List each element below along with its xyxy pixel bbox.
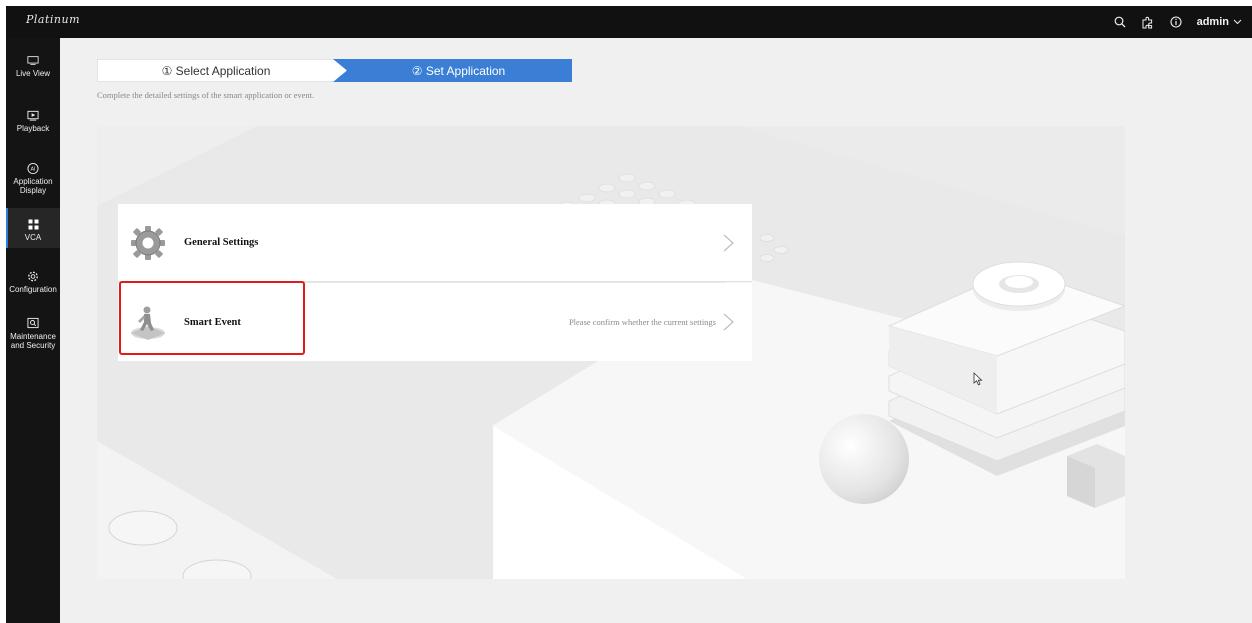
chevron-right-icon bbox=[722, 234, 736, 252]
sidebar: Live View Playback AI Application Displa… bbox=[6, 38, 60, 623]
sidebar-item-configuration[interactable]: Configuration bbox=[6, 270, 60, 294]
top-bar: Platinum admin bbox=[6, 6, 1252, 38]
top-actions: admin bbox=[1113, 6, 1242, 38]
svg-text:AI: AI bbox=[31, 166, 36, 172]
chevron-down-icon bbox=[1233, 16, 1242, 28]
sidebar-item-label: Configuration bbox=[9, 285, 57, 294]
general-settings-label: General Settings bbox=[184, 237, 259, 248]
user-name: admin bbox=[1196, 16, 1229, 28]
sidebar-item-maintenance[interactable]: Maintenance and Security bbox=[6, 317, 60, 350]
app-screen: Platinum admin Live View Playback AI App… bbox=[6, 6, 1252, 623]
step-progress: ① Select Application ② Set Application bbox=[97, 59, 572, 82]
smart-event-item[interactable]: Smart Event Please confirm whether the c… bbox=[118, 283, 752, 361]
play-icon bbox=[27, 109, 39, 121]
sidebar-item-application-display[interactable]: AI Application Display bbox=[6, 162, 60, 195]
sidebar-item-label: Application Display bbox=[13, 177, 53, 195]
smart-event-label: Smart Event bbox=[184, 316, 241, 328]
user-menu[interactable]: admin bbox=[1197, 16, 1242, 28]
search-icon[interactable] bbox=[1113, 15, 1127, 29]
smart-event-note: Please confirm whether the current setti… bbox=[568, 317, 716, 327]
gear-icon bbox=[128, 223, 168, 263]
sidebar-item-vca[interactable]: VCA bbox=[6, 208, 60, 248]
sidebar-item-label: VCA bbox=[24, 233, 42, 242]
sidebar-item-label: Playback bbox=[16, 124, 50, 133]
grid-icon bbox=[27, 218, 39, 230]
sidebar-item-playback[interactable]: Playback bbox=[6, 109, 60, 133]
step-hint: Complete the detailed settings of the sm… bbox=[97, 90, 315, 100]
mouse-cursor-icon bbox=[973, 372, 983, 391]
person-icon bbox=[128, 302, 168, 342]
sidebar-item-label: Live View bbox=[15, 69, 51, 78]
shield-icon bbox=[27, 317, 39, 329]
info-icon[interactable] bbox=[1169, 15, 1183, 29]
chevron-right-icon bbox=[722, 313, 736, 331]
gear-icon bbox=[27, 270, 39, 282]
sidebar-item-live-view[interactable]: Live View bbox=[6, 54, 60, 78]
step-set-application[interactable]: ② Set Application bbox=[333, 59, 572, 82]
app-logo: Platinum bbox=[26, 13, 81, 26]
step-select-application[interactable]: ① Select Application bbox=[97, 59, 347, 82]
plugin-icon[interactable] bbox=[1141, 15, 1155, 29]
sidebar-item-label: Maintenance and Security bbox=[10, 332, 56, 350]
monitor-icon bbox=[27, 54, 39, 66]
general-settings-item[interactable]: General Settings bbox=[118, 204, 752, 282]
ai-icon: AI bbox=[27, 162, 39, 174]
